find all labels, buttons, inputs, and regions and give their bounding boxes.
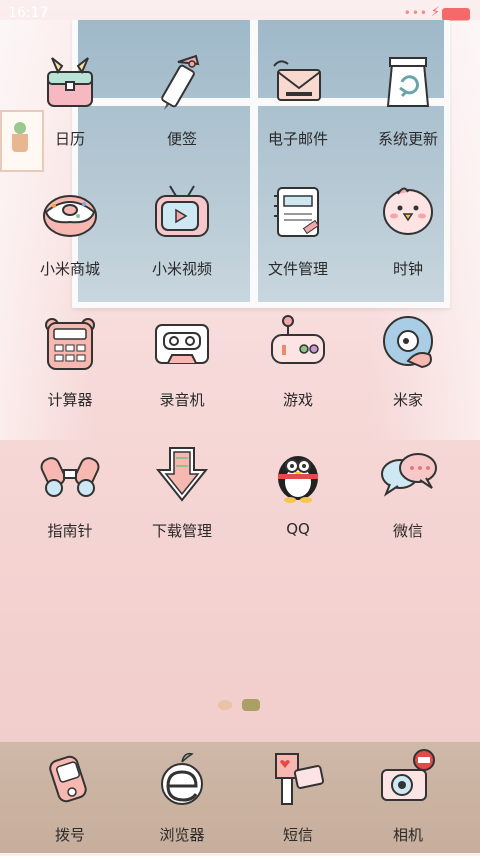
app-label: 指南针 [47,522,93,540]
app-downloads[interactable]: 下载管理 [122,432,242,552]
app-label: 小米视频 [151,260,212,278]
app-label: 文件管理 [267,260,328,278]
tv-video-icon [155,185,209,237]
app-notes[interactable]: 便签 [122,40,242,160]
app-clock[interactable]: 时钟 [348,170,468,290]
camera-icon [381,749,435,801]
app-label: QQ [286,520,310,538]
charging-icon: ⚡ [430,5,440,20]
app-label: 便签 [166,130,197,148]
app-label: 系统更新 [377,130,438,148]
app-calculator[interactable]: 计算器 [10,301,130,421]
app-recorder[interactable]: 录音机 [122,301,242,421]
page-indicator[interactable] [216,698,264,712]
app-label: 日历 [54,130,85,148]
chat-bubbles-icon [381,453,437,497]
app-games[interactable]: 游戏 [238,301,358,421]
phone-icon [49,755,87,803]
calendar-bag-icon [47,57,93,107]
signal-dots-icon: ••• [403,6,428,20]
app-email[interactable]: 电子邮件 [238,40,358,160]
browser-icon [161,752,203,805]
donut-store-icon [43,195,97,237]
file-manager-icon [274,187,320,237]
bird-clock-icon [383,187,433,235]
app-wechat[interactable]: 微信 [348,432,468,552]
app-label: 浏览器 [159,826,205,844]
dock-camera[interactable]: 相机 [348,736,468,856]
mijia-icon [383,316,433,369]
cassette-recorder-icon [155,324,209,364]
app-mi-store[interactable]: 小米商城 [10,170,130,290]
app-label: 短信 [282,826,313,844]
app-label: 拨号 [54,826,85,844]
page-dot-inactive [218,700,232,710]
notes-pencil-icon [161,54,200,110]
app-file-manager[interactable]: 文件管理 [238,170,358,290]
status-time: 16:17 [8,5,49,21]
app-label: 计算器 [47,391,93,409]
dock-browser[interactable]: 浏览器 [122,736,242,856]
app-calendar[interactable]: 日历 [10,40,130,160]
app-label: 录音机 [159,391,205,409]
app-label: 微信 [392,522,423,540]
dock: 拨号 浏览器 短信 相机 [0,742,480,853]
mailbox-icon [275,753,325,805]
penguin-icon [278,456,318,503]
app-compass[interactable]: 指南针 [10,432,130,552]
page-dot-active [242,699,260,711]
app-label: 下载管理 [151,522,212,540]
app-system-update[interactable]: 系统更新 [348,40,468,160]
app-qq[interactable]: QQ [238,432,358,552]
download-arrow-icon [155,447,209,502]
system-update-icon [386,57,430,107]
app-mi-video[interactable]: 小米视频 [122,170,242,290]
app-label: 时钟 [392,260,423,278]
app-label: 电子邮件 [267,130,328,148]
binoculars-icon [40,457,100,497]
gamepad-icon [271,315,325,364]
email-icon [273,60,321,101]
app-mijia[interactable]: 米家 [348,301,468,421]
dock-phone[interactable]: 拨号 [10,736,130,856]
calculator-icon [45,318,95,370]
dock-messages[interactable]: 短信 [238,736,358,856]
app-label: 相机 [392,826,423,844]
app-label: 游戏 [282,391,313,409]
app-label: 米家 [392,391,423,409]
app-label: 小米商城 [39,260,100,278]
